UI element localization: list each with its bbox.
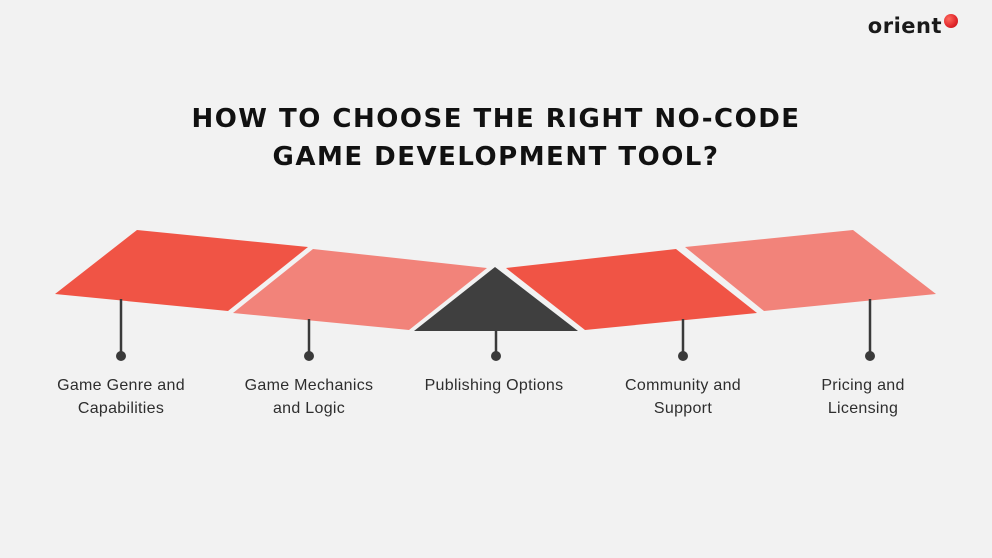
step-label-4-line-1: Community and [625,377,741,394]
step-connector-4 [678,319,688,361]
steps-diagram [55,230,936,361]
step-label-2: Game Mechanics and Logic [224,374,394,420]
step-label-5-line-1: Pricing and [821,377,905,394]
step-label-2-line-2: and Logic [272,400,346,417]
step-label-5: Pricing and Licensing [778,374,948,420]
step-label-4-line-2: Support [653,400,713,417]
step-label-1-line-1: Game Genre and [57,377,185,394]
step-label-3-line-1: Publishing Options [424,377,564,394]
step-label-4: Community and Support [598,374,768,420]
step-connector-2 [304,319,314,361]
step-label-1-line-2: Capabilities [77,400,165,417]
step-label-5-line-2: Licensing [827,400,899,417]
step-connector-5 [865,299,875,361]
step-label-1: Game Genre and Capabilities [36,374,206,420]
step-label-3: Publishing Options [409,374,579,397]
step-connector-1 [116,299,126,361]
step-label-2-line-1: Game Mechanics [244,377,374,394]
step-connector-3 [491,331,501,361]
